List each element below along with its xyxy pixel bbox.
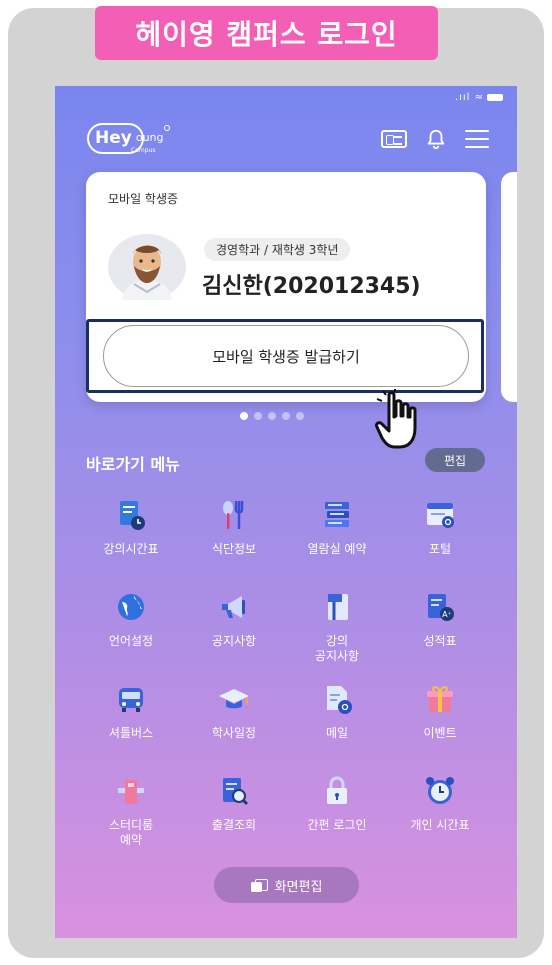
copy-icon	[250, 878, 268, 892]
next-card-peek[interactable]	[501, 172, 517, 402]
shortcut-attendance[interactable]: 출결조회	[184, 774, 284, 833]
shortcut-easy-login[interactable]: 간편 로그인	[287, 774, 387, 833]
gift-icon	[427, 686, 453, 712]
shortcut-notices[interactable]: 공지사항	[184, 590, 284, 649]
pin-note-icon	[328, 594, 348, 620]
megaphone-icon	[222, 596, 245, 618]
globe-icon	[118, 594, 144, 620]
shortcut-meal-info[interactable]: 식단정보	[184, 498, 284, 557]
header-actions	[381, 128, 489, 150]
logo-sub: oung	[135, 131, 164, 144]
shortcut-grade-report[interactable]: A⁺ 성적표	[390, 590, 490, 649]
grade-report-icon: A⁺	[428, 594, 454, 621]
shortcut-mail[interactable]: 메일	[287, 682, 387, 741]
phone-screen: .ııl ≈ Hey oung Campus 모바일 학생증 경영학과 / 재학…	[55, 86, 517, 938]
alarm-clock-icon	[426, 777, 454, 804]
shortcut-study-room[interactable]: 스터디룸 예약	[81, 774, 181, 848]
shortcut-language[interactable]: 언어설정	[81, 590, 181, 649]
shortcut-lecture-notices[interactable]: 강의 공지사항	[287, 590, 387, 664]
battery-icon	[487, 93, 503, 101]
books-icon	[325, 502, 349, 527]
shortcut-events[interactable]: 이벤트	[390, 682, 490, 741]
portal-icon	[427, 503, 454, 528]
timetable-icon	[120, 501, 145, 530]
logo-dot-icon	[163, 125, 170, 131]
shortcut-shuttle-bus[interactable]: 셔틀버스	[81, 682, 181, 741]
shortcut-reading-room[interactable]: 열람실 예약	[287, 498, 387, 557]
shortcut-timetable[interactable]: 강의시간표	[81, 498, 181, 557]
shortcut-academic-calendar[interactable]: 학사일정	[184, 682, 284, 741]
screen-edit-label: 화면편집	[274, 879, 323, 895]
card-label: 모바일 학생증	[108, 192, 179, 206]
pointer-hand-icon	[375, 389, 417, 449]
shortcut-label: 언어설정	[108, 634, 154, 648]
shortcut-label: 메일	[325, 726, 349, 740]
shortcut-label: 강의시간표	[103, 542, 159, 556]
shortcut-label: 학사일정	[211, 726, 257, 740]
study-room-icon	[118, 780, 144, 804]
graduation-cap-icon	[219, 689, 249, 709]
carousel-dot[interactable]	[240, 412, 248, 420]
student-name: 김신한(202012345)	[202, 274, 421, 299]
carousel-dot[interactable]	[268, 412, 276, 420]
shortcut-label: 식단정보	[211, 542, 257, 556]
issue-student-id-button[interactable]: 모바일 학생증 발급하기	[103, 325, 469, 387]
shortcut-label: 간편 로그인	[307, 818, 367, 832]
shortcut-label: 개인 시간표	[410, 818, 470, 832]
carousel-dot[interactable]	[282, 412, 290, 420]
mail-icon	[327, 686, 352, 714]
carousel-dot[interactable]	[296, 412, 304, 420]
shortcut-label: 공지사항	[211, 634, 257, 648]
department-chip: 경영학과 / 재학생 3학년	[204, 238, 351, 261]
attendance-search-icon	[223, 778, 249, 806]
edit-shortcuts-button[interactable]: 편집	[425, 448, 485, 472]
shortcut-label: 이벤트	[423, 726, 457, 740]
signal-icon: .ııl	[454, 92, 471, 103]
shortcut-personal-timetable[interactable]: 개인 시간표	[390, 774, 490, 833]
utensils-icon	[223, 501, 244, 529]
shortcut-label: 셔틀버스	[108, 726, 154, 740]
bus-icon	[119, 688, 143, 712]
wifi-icon: ≈	[474, 92, 484, 103]
shortcut-portal[interactable]: 포털	[390, 498, 490, 557]
svg-text:A⁺: A⁺	[442, 610, 452, 619]
hamburger-menu-icon[interactable]	[465, 130, 489, 148]
page-title-banner: 헤이영 캠퍼스 로그인	[95, 6, 438, 60]
shortcut-label: 열람실 예약	[307, 542, 367, 556]
lock-icon	[327, 776, 347, 804]
shortcut-label: 강의 공지사항	[314, 634, 360, 663]
heyoung-logo[interactable]: Hey oung Campus	[87, 123, 170, 154]
shortcuts-title: 바로가기 메뉴	[86, 455, 180, 474]
bell-icon[interactable]	[425, 128, 447, 150]
shortcut-label: 성적표	[423, 634, 457, 648]
shortcut-label: 출결조회	[211, 818, 257, 832]
status-bar: .ııl ≈	[455, 92, 503, 103]
carousel-dot[interactable]	[254, 412, 262, 420]
carousel-indicator[interactable]	[240, 412, 304, 420]
shortcut-label: 포털	[428, 542, 452, 556]
id-card-icon[interactable]	[381, 130, 407, 148]
avatar	[108, 234, 186, 300]
logo-caption: Campus	[131, 147, 156, 154]
shortcut-label: 스터디룸 예약	[108, 818, 154, 847]
screen-edit-button[interactable]: 화면편집	[214, 867, 359, 903]
